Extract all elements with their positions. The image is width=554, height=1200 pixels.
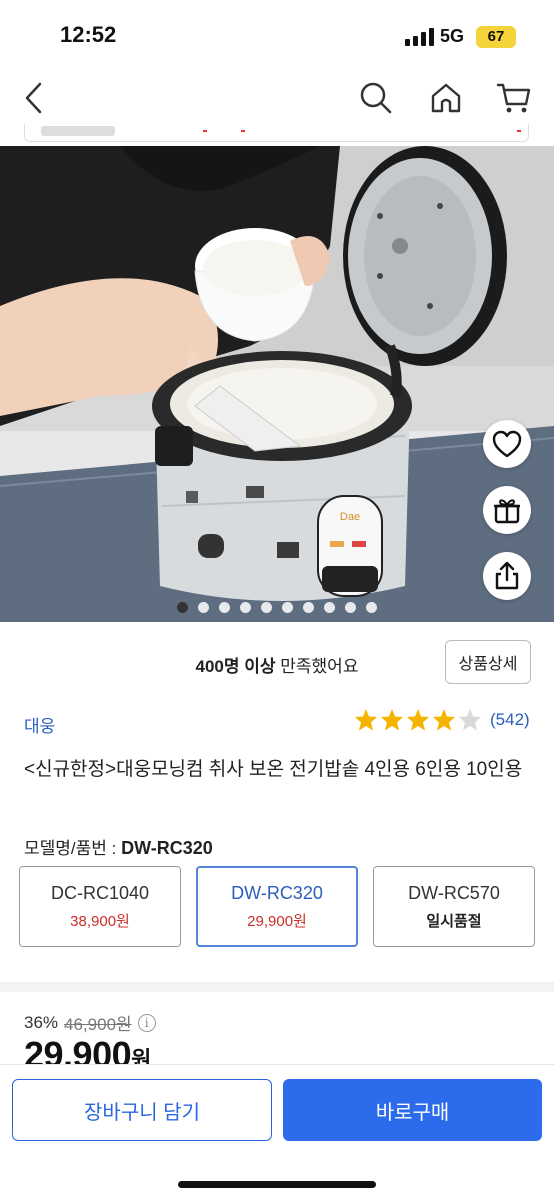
gift-button[interactable] xyxy=(483,486,531,534)
gift-icon xyxy=(494,499,520,524)
gallery-dot[interactable] xyxy=(240,602,251,613)
gallery-dot[interactable] xyxy=(324,602,335,613)
gallery-dot[interactable] xyxy=(177,602,188,613)
search-button[interactable] xyxy=(354,76,398,120)
rating[interactable]: (542) xyxy=(354,708,530,732)
buy-now-button[interactable]: 바로구매 xyxy=(283,1079,542,1141)
top-nav xyxy=(0,72,554,124)
heart-icon xyxy=(492,430,522,458)
gallery-dot[interactable] xyxy=(345,602,356,613)
star-empty-icon xyxy=(459,709,481,731)
strip-thumbnail xyxy=(41,126,115,136)
add-to-cart-button[interactable]: 장바구니 담기 xyxy=(12,1079,272,1141)
home-indicator xyxy=(178,1181,376,1188)
model-options: DC-RC1040 38,900원 DW-RC320 29,900원 DW-RC… xyxy=(19,866,535,947)
gallery-dot[interactable] xyxy=(219,602,230,613)
option-name: DW-RC570 xyxy=(408,882,500,903)
gallery-dot[interactable] xyxy=(261,602,272,613)
model-label: 모델명/품번 : xyxy=(24,839,122,858)
option-dc-rc1040[interactable]: DC-RC1040 38,900원 xyxy=(19,866,181,947)
signal-icon xyxy=(405,28,434,46)
gallery-dot[interactable] xyxy=(198,602,209,613)
star-filled-icon xyxy=(407,709,429,731)
section-divider xyxy=(0,982,554,992)
original-price: 46,900원 xyxy=(64,1015,132,1034)
status-bar: 12:52 5G 67 xyxy=(0,0,554,72)
star-filled-icon xyxy=(381,709,403,731)
option-price: 38,900원 xyxy=(70,912,130,930)
discount-rate: 36% xyxy=(24,1012,59,1032)
discount-line: 36% 46,900원 i xyxy=(24,1010,544,1035)
back-button[interactable] xyxy=(12,76,56,120)
review-count[interactable]: (542) xyxy=(490,710,530,730)
cart-icon xyxy=(496,83,531,113)
satisfaction-suffix: 만족했어요 xyxy=(275,657,359,676)
model-number: 모델명/품번 : DW-RC320 xyxy=(24,834,213,859)
option-dw-rc320[interactable]: DW-RC320 29,900원 xyxy=(196,866,358,947)
strip-mark xyxy=(203,130,207,132)
option-dw-rc570[interactable]: DW-RC570 일시품절 xyxy=(373,866,535,947)
option-sold-out: 일시품절 xyxy=(426,912,482,930)
satisfaction-count: 400명 이상 xyxy=(195,657,276,676)
network-label: 5G xyxy=(440,26,465,46)
star-filled-icon xyxy=(433,709,455,731)
chevron-left-icon xyxy=(25,82,42,114)
product-photo: Dae xyxy=(0,146,554,622)
status-time: 12:52 xyxy=(60,22,117,47)
battery-icon: 67 xyxy=(476,26,516,48)
gallery-dot[interactable] xyxy=(303,602,314,613)
strip-mark xyxy=(517,130,521,132)
search-icon xyxy=(360,82,392,114)
option-name: DC-RC1040 xyxy=(50,882,150,903)
price-block: 36% 46,900원 i xyxy=(24,1010,544,1035)
strip-mark xyxy=(241,130,245,132)
bottom-action-bar: 장바구니 담기 바로구매 xyxy=(0,1064,554,1200)
product-image-gallery[interactable]: Dae xyxy=(0,146,554,622)
option-price: 29,900원 xyxy=(247,912,307,930)
home-button[interactable] xyxy=(424,76,468,120)
option-name: DW-RC320 xyxy=(231,882,323,903)
home-icon xyxy=(431,83,461,113)
share-icon xyxy=(495,561,519,590)
gallery-dot[interactable] xyxy=(366,602,377,613)
product-detail-button[interactable]: 상품상세 xyxy=(445,640,531,684)
wishlist-button[interactable] xyxy=(483,420,531,468)
product-title: <신규한정>대웅모닝컴 취사 보온 전기밥솥 4인용 6인용 10인용 xyxy=(24,759,523,780)
info-icon[interactable]: i xyxy=(137,1013,156,1032)
cart-button[interactable] xyxy=(492,76,536,120)
rating-stars xyxy=(354,708,482,732)
satisfaction-row: 400명 이상 만족했어요 상품상세 xyxy=(0,638,554,688)
share-button[interactable] xyxy=(483,552,531,600)
svg-text:Dae: Dae xyxy=(340,511,360,523)
star-filled-icon xyxy=(355,709,377,731)
collapsed-tab-strip xyxy=(24,124,529,142)
brand-link[interactable]: 대웅 xyxy=(24,712,55,737)
gallery-pagination[interactable] xyxy=(0,602,554,613)
model-value: DW-RC320 xyxy=(121,838,213,858)
gallery-dot[interactable] xyxy=(282,602,293,613)
